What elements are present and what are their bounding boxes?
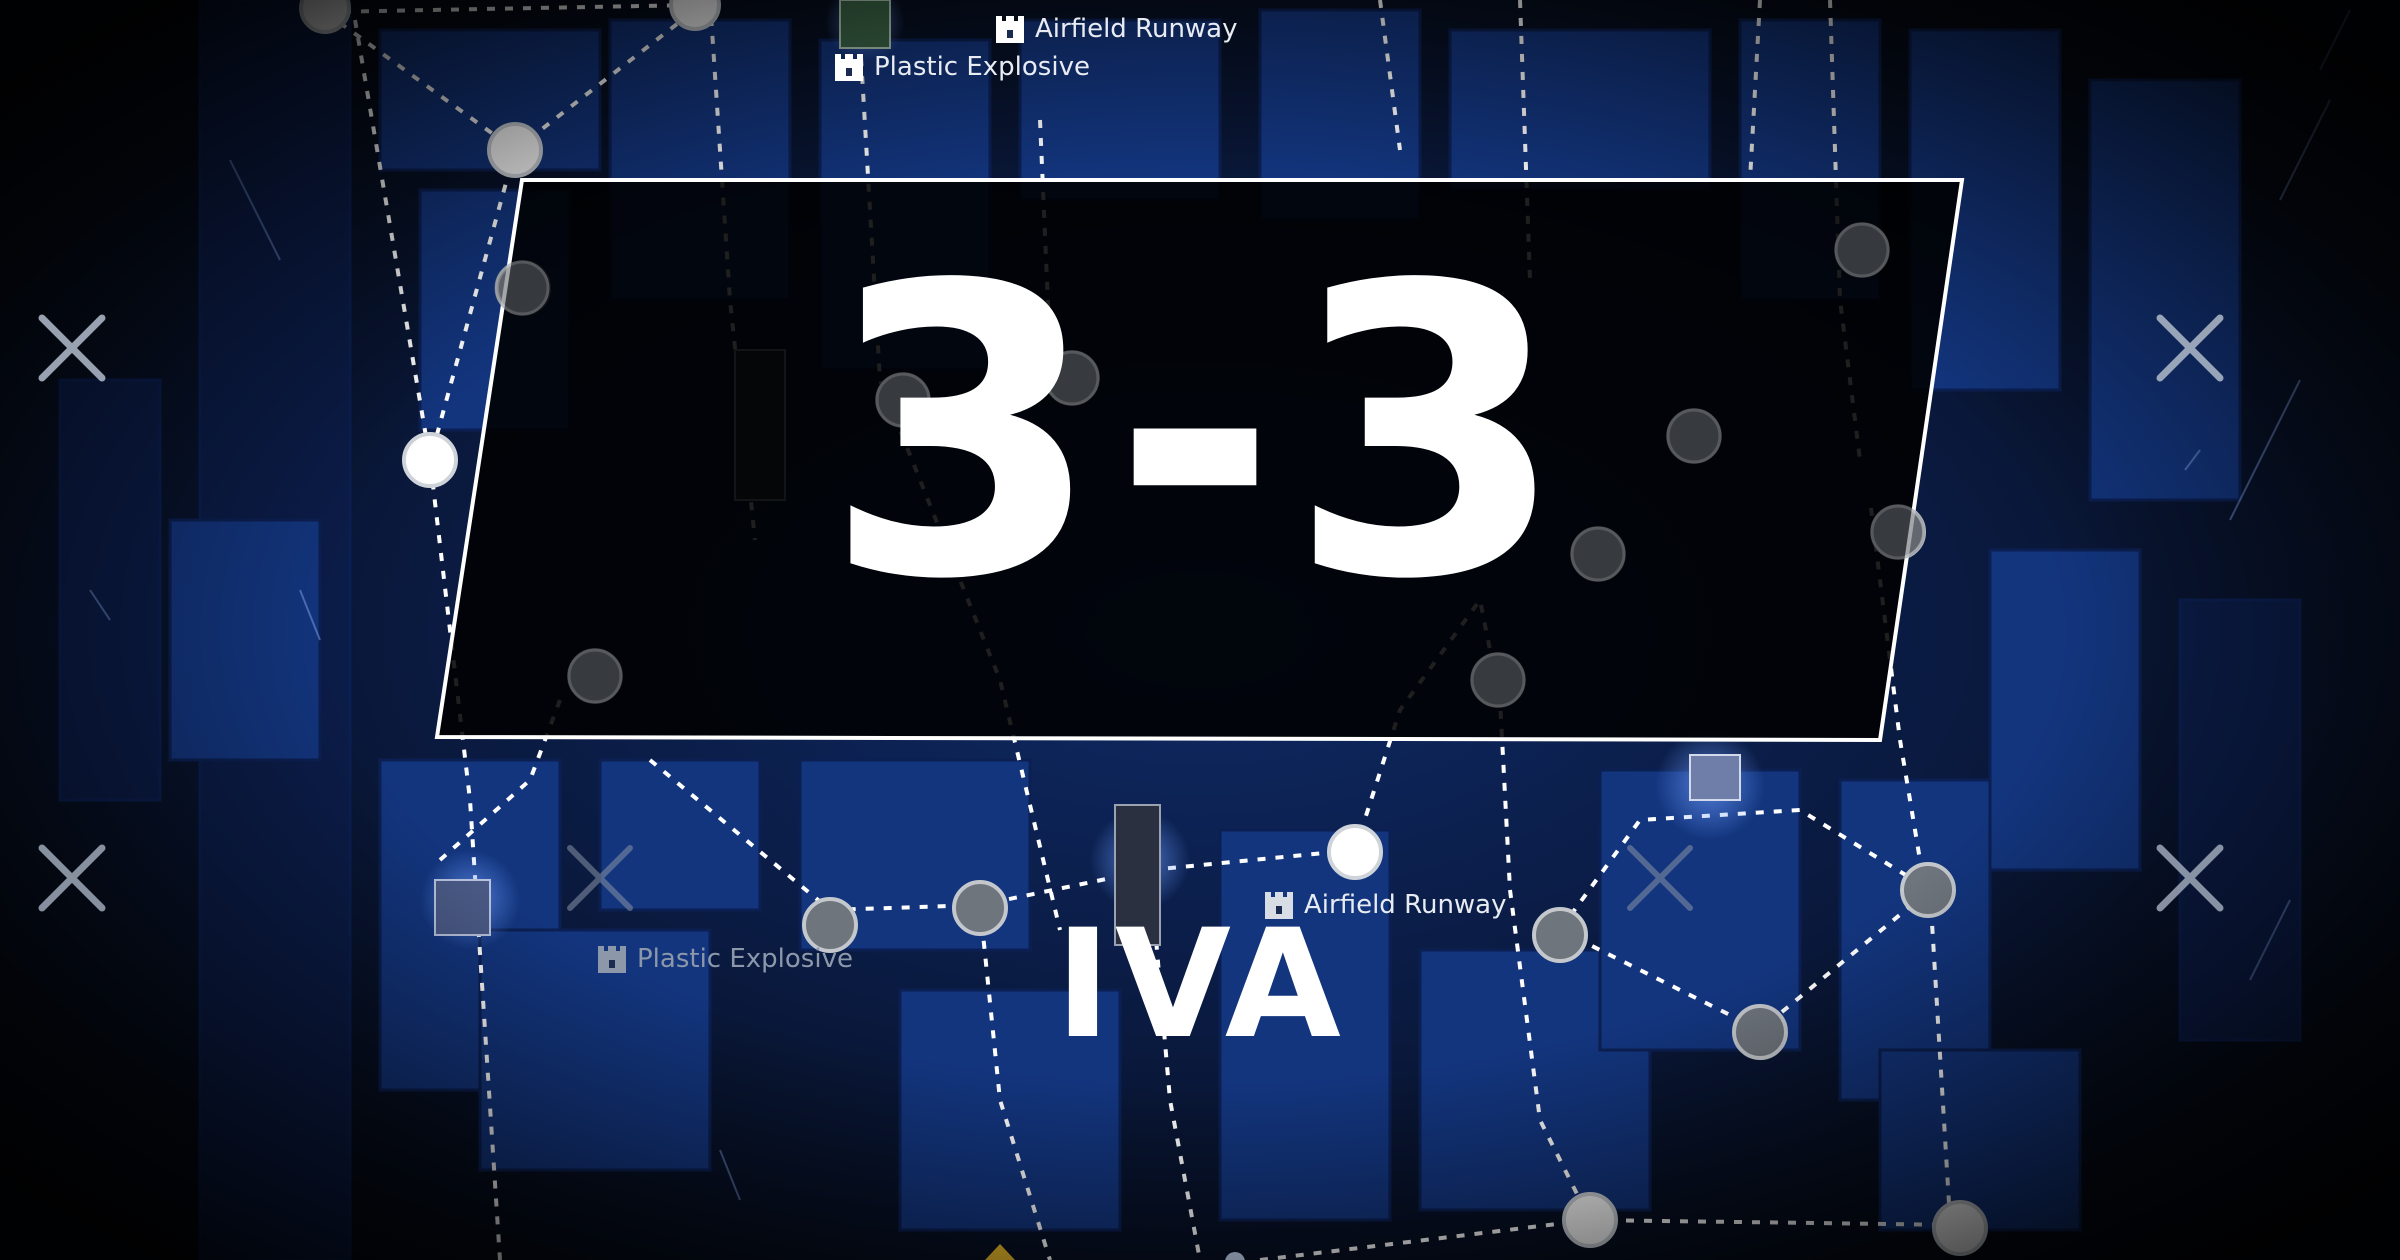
stage-intro-screen: Airfield Runway Plastic Explosive Airfie… xyxy=(0,0,2400,1260)
stage-number: 3-3 xyxy=(823,202,1577,667)
stage-name: IVA xyxy=(1055,898,1345,1072)
